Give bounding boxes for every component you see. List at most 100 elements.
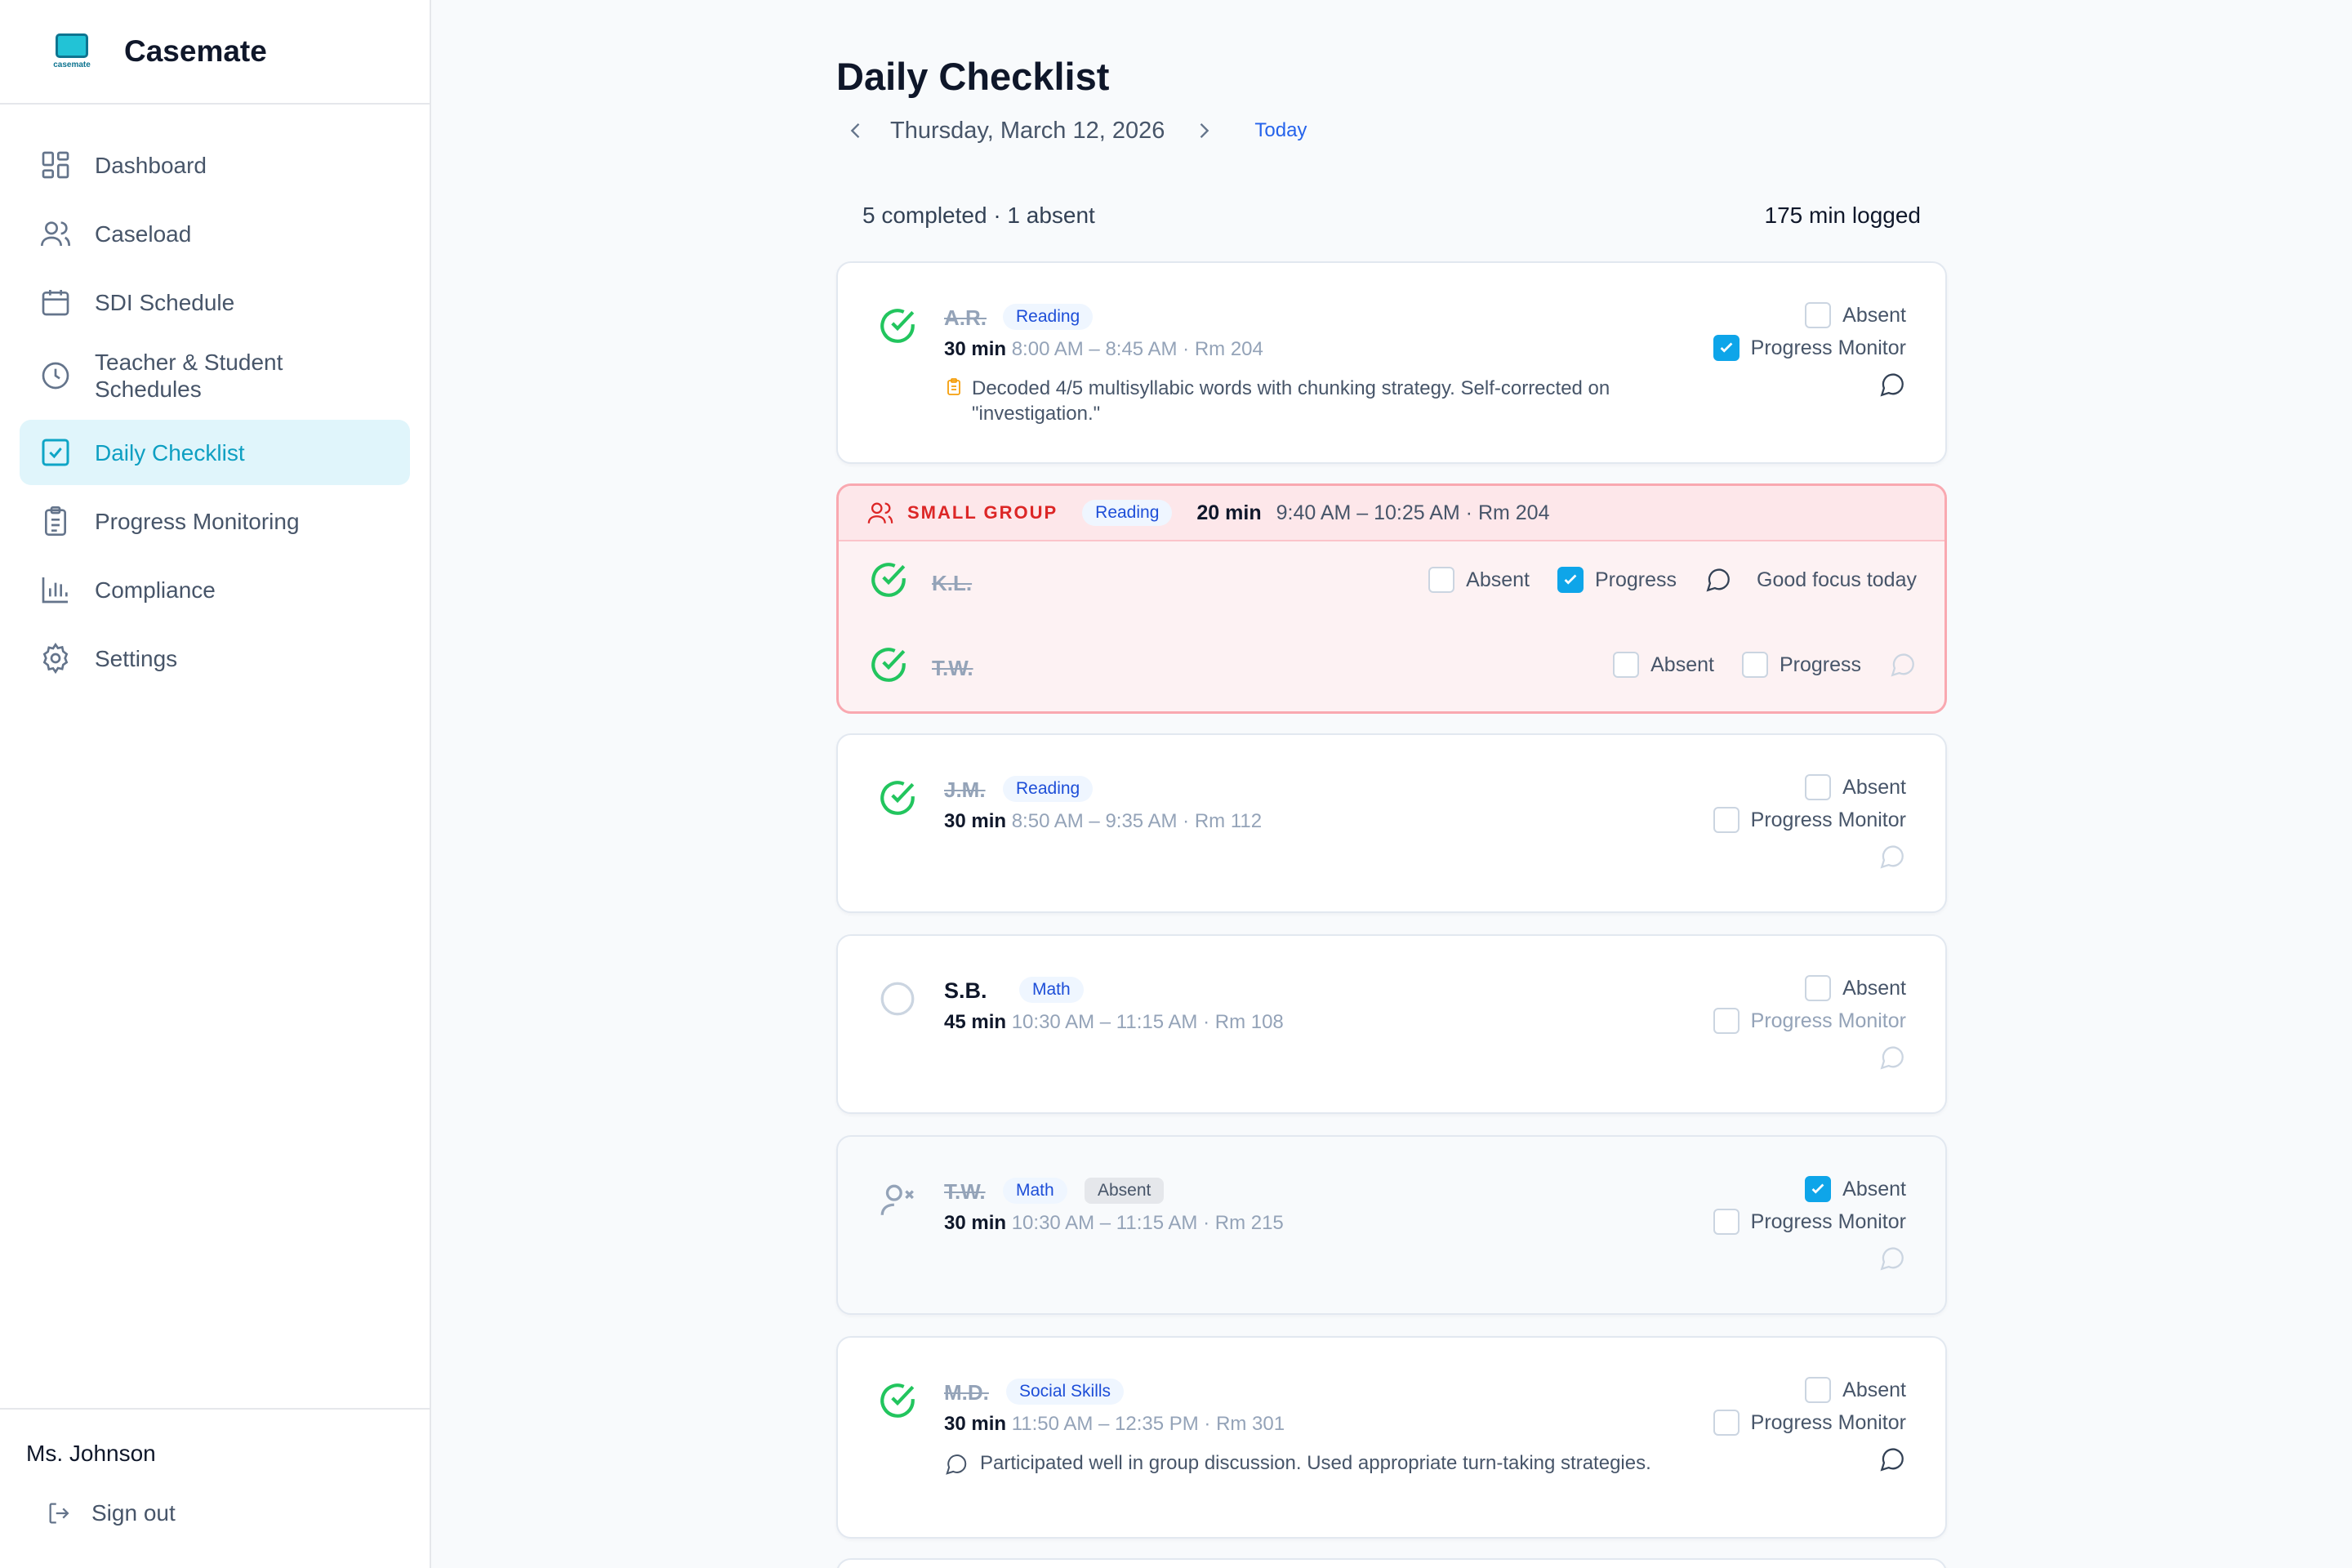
progress-label: Progress [1779, 653, 1861, 676]
checkbox[interactable] [1428, 567, 1455, 593]
checkbox[interactable] [1713, 1008, 1740, 1034]
session-card: J.M. Reading 30 min 8:50 AM – 9:35 AM · … [836, 733, 1947, 913]
student-initials: T.W. [932, 656, 973, 680]
progress-monitor-checkbox[interactable]: Progress Monitor [1713, 807, 1906, 833]
sidebar-item-compliance[interactable]: Compliance [20, 557, 410, 622]
checkbox[interactable] [1713, 1209, 1740, 1235]
sidebar-item-daily-checklist[interactable]: Daily Checklist [20, 420, 410, 485]
checkbox[interactable] [1713, 1410, 1740, 1436]
session-minutes: 30 min [944, 1413, 1007, 1435]
checkbox-checked[interactable] [1713, 335, 1740, 361]
absent-label: Absent [1842, 976, 1906, 1000]
subject-tag: Math [1003, 1178, 1067, 1204]
session-minutes: 30 min [944, 338, 1007, 360]
check-circle-icon[interactable] [868, 559, 909, 600]
absent-label: Absent [1466, 568, 1530, 591]
sidebar-item-schedules[interactable]: Teacher & Student Schedules [20, 338, 410, 413]
comment-icon[interactable] [1878, 371, 1906, 399]
comment-icon[interactable] [1889, 651, 1917, 679]
progress-checkbox[interactable]: Progress [1557, 567, 1677, 593]
absent-checkbox[interactable]: Absent [1805, 774, 1906, 800]
sidebar-item-label: Teacher & Student Schedules [95, 350, 283, 402]
group-student-row: T.W. Absent Progress [839, 626, 1944, 708]
absent-checkbox[interactable]: Absent [1805, 302, 1906, 328]
absent-label: Absent [1842, 775, 1906, 799]
checkbox[interactable] [1805, 302, 1832, 328]
note-text: Participated well in group discussion. U… [980, 1452, 1651, 1474]
progress-monitor-checkbox[interactable]: Progress Monitor [1713, 1209, 1906, 1235]
progress-monitor-checkbox[interactable]: Progress Monitor [1713, 1410, 1906, 1436]
sidebar-item-caseload[interactable]: Caseload [20, 201, 410, 266]
progress-monitor-label: Progress Monitor [1750, 1009, 1906, 1032]
small-group-header: SMALL GROUP Reading 20 min 9:40 AM – 10:… [839, 486, 1944, 541]
note-text: Decoded 4/5 multisyllabic words with chu… [972, 377, 1610, 425]
progress-monitor-checkbox[interactable]: Progress Monitor [1713, 335, 1906, 361]
user-absent-icon[interactable] [877, 1179, 918, 1220]
casemate-logo[interactable]: casemate [46, 25, 98, 78]
absent-checkbox[interactable]: Absent [1805, 1377, 1906, 1403]
chevron-right-icon[interactable] [1192, 119, 1215, 142]
sidebar-item-settings[interactable]: Settings [20, 626, 410, 691]
absent-checkbox[interactable]: Absent [1805, 975, 1906, 1001]
session-time: 30 min 8:00 AM – 8:45 AM · Rm 204 [944, 338, 1263, 361]
subject-tag: Social Skills [1006, 1379, 1125, 1405]
users-icon [39, 217, 72, 250]
checkbox-checked[interactable] [1557, 567, 1584, 593]
comment-icon[interactable] [1878, 1245, 1906, 1272]
group-note[interactable]: Good focus today [1757, 568, 1917, 592]
session-time: 45 min 10:30 AM – 11:15 AM · Rm 108 [944, 1011, 1284, 1034]
comment-icon[interactable] [1878, 843, 1906, 871]
sign-out-button[interactable]: Sign out [46, 1499, 430, 1527]
minutes-logged: 175 min logged [1764, 203, 1921, 228]
clock-icon [39, 359, 72, 392]
checkbox[interactable] [1613, 652, 1640, 678]
sidebar-item-label: Progress Monitoring [95, 508, 300, 534]
absent-label: Absent [1842, 1378, 1906, 1401]
session-time: 30 min 11:50 AM – 12:35 PM · Rm 301 [944, 1413, 1285, 1436]
student-initials: S.B. [944, 978, 987, 1003]
check-circle-icon[interactable] [877, 305, 918, 346]
checkbox-checked[interactable] [1805, 1176, 1832, 1202]
check-circle-icon[interactable] [877, 777, 918, 818]
sidebar-item-label: Caseload [95, 220, 192, 247]
checkbox[interactable] [1741, 652, 1768, 678]
small-group-card: SMALL GROUP Reading 20 min 9:40 AM – 10:… [836, 483, 1947, 714]
session-time: 30 min 8:50 AM – 9:35 AM · Rm 112 [944, 810, 1262, 833]
checkbox[interactable] [1805, 975, 1832, 1001]
users-icon [866, 499, 894, 527]
checkbox[interactable] [1805, 774, 1832, 800]
session-note: Participated well in group discussion. U… [944, 1450, 1679, 1476]
sidebar-item-dashboard[interactable]: Dashboard [20, 132, 410, 198]
comment-icon[interactable] [1704, 566, 1732, 594]
user-name: Ms. Johnson [26, 1441, 156, 1466]
check-circle-icon[interactable] [868, 644, 909, 685]
session-minutes: 30 min [944, 1212, 1007, 1234]
absent-checkbox[interactable]: Absent [1428, 567, 1530, 593]
absent-checkbox[interactable]: Absent [1613, 652, 1714, 678]
checkbox[interactable] [1713, 807, 1740, 833]
sidebar-item-label: Compliance [95, 577, 216, 603]
student-initials: A.R. [944, 305, 987, 330]
progress-monitor-checkbox[interactable]: Progress Monitor [1713, 1008, 1906, 1034]
chevron-left-icon[interactable] [844, 119, 867, 142]
progress-monitor-label: Progress Monitor [1750, 1209, 1906, 1233]
student-initials: T.W. [944, 1179, 986, 1204]
sidebar-footer: Ms. Johnson Sign out [0, 1408, 430, 1568]
empty-circle-icon[interactable] [877, 978, 918, 1019]
sidebar-nav: Dashboard Caseload SDI Schedule Teacher … [0, 105, 430, 691]
page-title: Daily Checklist [836, 55, 1110, 98]
sidebar-item-label: Dashboard [95, 152, 207, 178]
comment-icon[interactable] [1878, 1446, 1906, 1473]
checkbox[interactable] [1805, 1377, 1832, 1403]
gear-icon [39, 642, 72, 675]
check-circle-icon[interactable] [877, 1380, 918, 1421]
subject-tag: Reading [1003, 776, 1094, 802]
sidebar-item-sdi-schedule[interactable]: SDI Schedule [20, 270, 410, 335]
progress-checkbox[interactable]: Progress [1741, 652, 1861, 678]
sidebar-item-progress-monitoring[interactable]: Progress Monitoring [20, 488, 410, 554]
comment-icon[interactable] [1878, 1044, 1906, 1071]
subject-tag: Reading [1082, 500, 1173, 526]
today-button[interactable]: Today [1254, 119, 1307, 142]
absent-checkbox[interactable]: Absent [1805, 1176, 1906, 1202]
row-options: Absent Progress [1585, 651, 1917, 679]
